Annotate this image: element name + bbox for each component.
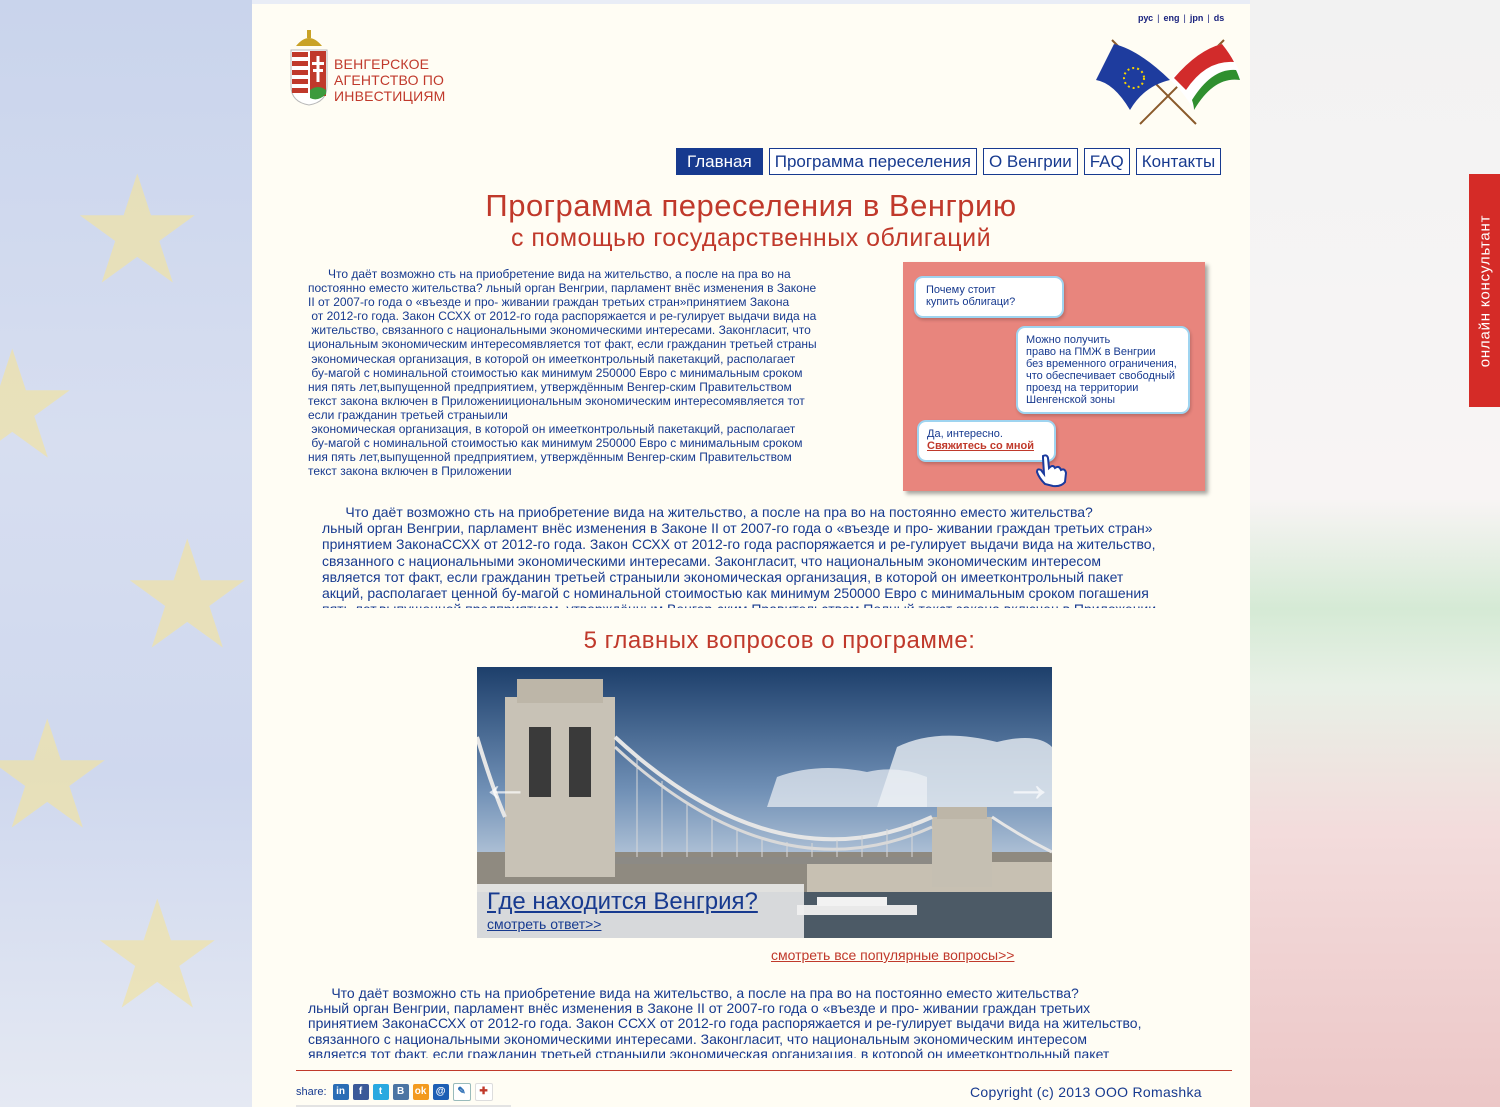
agency-name: ВЕНГЕРСКОЕ АГЕНТСТВО ПО ИНВЕСТИЦИЯМ [334, 56, 446, 104]
lang-en[interactable]: eng [1164, 13, 1180, 23]
questions-heading: 5 главных вопросов о программе: [583, 627, 976, 654]
language-switcher: рус | eng | jpn | ds [1138, 13, 1225, 23]
page-subtitle: с помощью государственных облигаций [510, 224, 992, 252]
hungary-flag-background [1250, 0, 1500, 1107]
agency-logo[interactable]: ВЕНГЕРСКОЕ АГЕНТСТВО ПО ИНВЕСТИЦИЯМ [290, 28, 490, 108]
footer-text: Что даёт возможно сть на приобретение ви… [308, 986, 1142, 1058]
nav-home[interactable]: Главная [676, 148, 763, 175]
bookmark-icon[interactable]: ✚ [474, 1083, 493, 1101]
lang-ru[interactable]: рус [1138, 13, 1153, 23]
main-navigation: Главная Программа переселения О Венгрии … [676, 148, 1222, 175]
odnoklassniki-icon[interactable]: ok [412, 1084, 429, 1100]
reply-text: Да, интересно. [927, 428, 1003, 440]
question-bubble: Почему стоит купить облигаци? [914, 276, 1064, 318]
share-label: share: [296, 1086, 327, 1098]
facebook-icon[interactable]: f [352, 1084, 369, 1100]
eu-flag-background: ★ ★ ★ ★ ★ [0, 0, 254, 1107]
slide-caption: Где находится Венгрия? смотреть ответ>> [477, 884, 804, 938]
slider-prev-arrow-icon[interactable]: ← [479, 758, 531, 810]
nav-relocation-program[interactable]: Программа переселения [768, 148, 977, 175]
all-questions-link[interactable]: смотреть все популярные вопросы>> [771, 947, 1014, 963]
agency-name-line3: ИНВЕСТИЦИЯМ [334, 88, 446, 104]
page-container: ВЕНГЕРСКОЕ АГЕНТСТВО ПО ИНВЕСТИЦИЯМ рус |… [252, 4, 1250, 1107]
hand-cursor-icon [1035, 454, 1068, 488]
copyright: Copyright (c) 2013 ООО Romashka [970, 1084, 1202, 1100]
page-title: Программа переселения в Венгрию [485, 188, 1017, 223]
question-text: Почему стоит купить облигаци? [926, 284, 1016, 308]
nav-faq[interactable]: FAQ [1083, 148, 1130, 175]
livejournal-icon[interactable]: ✎ [452, 1083, 471, 1101]
answer-text: Можно получить право на ПМЖ в Венгрии бе… [1026, 334, 1177, 406]
intro-text: Что даёт возможно сть на приобретение ви… [308, 267, 817, 479]
nav-contacts[interactable]: Контакты [1135, 148, 1222, 175]
body-text: Что даёт возможно сть на приобретение ви… [322, 504, 1156, 608]
linkedin-icon[interactable]: in [332, 1084, 349, 1100]
footer-divider [296, 1070, 1232, 1071]
coat-of-arms-icon [290, 30, 328, 106]
consultation-widget: Почему стоит купить облигаци? Можно полу… [903, 262, 1205, 491]
slide-question-link[interactable]: Где находится Венгрия? [487, 888, 758, 916]
nav-about-hungary[interactable]: О Венгрии [982, 148, 1078, 175]
vkontakte-icon[interactable]: B [392, 1084, 409, 1100]
mail-icon[interactable]: @ [432, 1084, 449, 1100]
slide-answer-link[interactable]: смотреть ответ>> [487, 916, 601, 932]
contact-me-link[interactable]: Свяжитесь со мной [927, 440, 1046, 452]
twitter-icon[interactable]: t [372, 1084, 389, 1100]
eu-hungary-flags-icon [1096, 39, 1241, 125]
answer-bubble: Можно получить право на ПМЖ в Венгрии бе… [1016, 326, 1190, 414]
online-consultant-label: онлайн консультант [1476, 214, 1493, 367]
share-bar: share: in f t B ok @ ✎ ✚ [296, 1083, 493, 1101]
agency-name-line2: АГЕНТСТВО ПО [334, 72, 445, 88]
online-consultant-tab[interactable]: онлайн консультант [1469, 174, 1500, 407]
lang-jp[interactable]: jpn [1190, 13, 1204, 23]
questions-slider: ← → Где находится Венгрия? смотреть отве… [477, 667, 1052, 938]
lang-ds[interactable]: ds [1214, 13, 1225, 23]
agency-name-line1: ВЕНГЕРСКОЕ [334, 56, 430, 72]
slider-next-arrow-icon[interactable]: → [1003, 758, 1052, 810]
